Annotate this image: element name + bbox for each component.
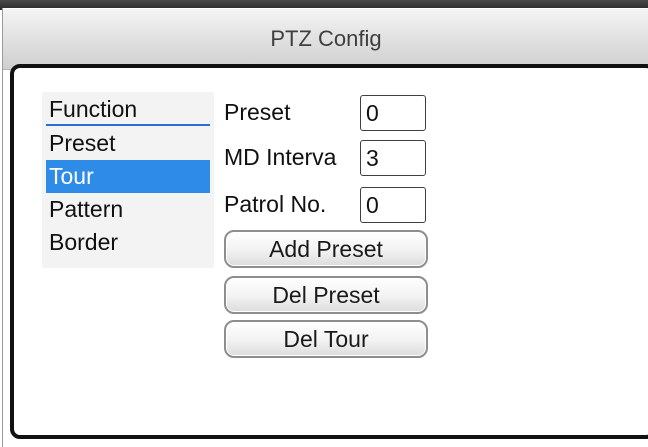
function-item-preset[interactable]: Preset [46, 127, 210, 160]
title-bar: PTZ Config [3, 8, 648, 70]
del-preset-button[interactable]: Del Preset [224, 276, 428, 314]
function-item-tour[interactable]: Tour [46, 160, 210, 193]
preset-input[interactable] [360, 95, 426, 131]
md-interval-input[interactable] [360, 140, 426, 176]
md-interval-label: MD Interva [224, 144, 337, 170]
preset-label: Preset [224, 99, 291, 125]
patrol-no-input[interactable] [360, 187, 426, 223]
ptz-config-screen: PTZ Config Function Preset Tour Pattern … [0, 0, 648, 447]
function-list: Function Preset Tour Pattern Border [42, 92, 214, 268]
del-tour-button[interactable]: Del Tour [224, 320, 428, 358]
window-title: PTZ Config [270, 26, 382, 51]
function-item-pattern[interactable]: Pattern [46, 193, 210, 226]
function-item-border[interactable]: Border [46, 226, 210, 259]
add-preset-button[interactable]: Add Preset [224, 230, 428, 268]
function-list-header: Function [46, 94, 210, 126]
patrol-no-label: Patrol No. [224, 191, 327, 217]
